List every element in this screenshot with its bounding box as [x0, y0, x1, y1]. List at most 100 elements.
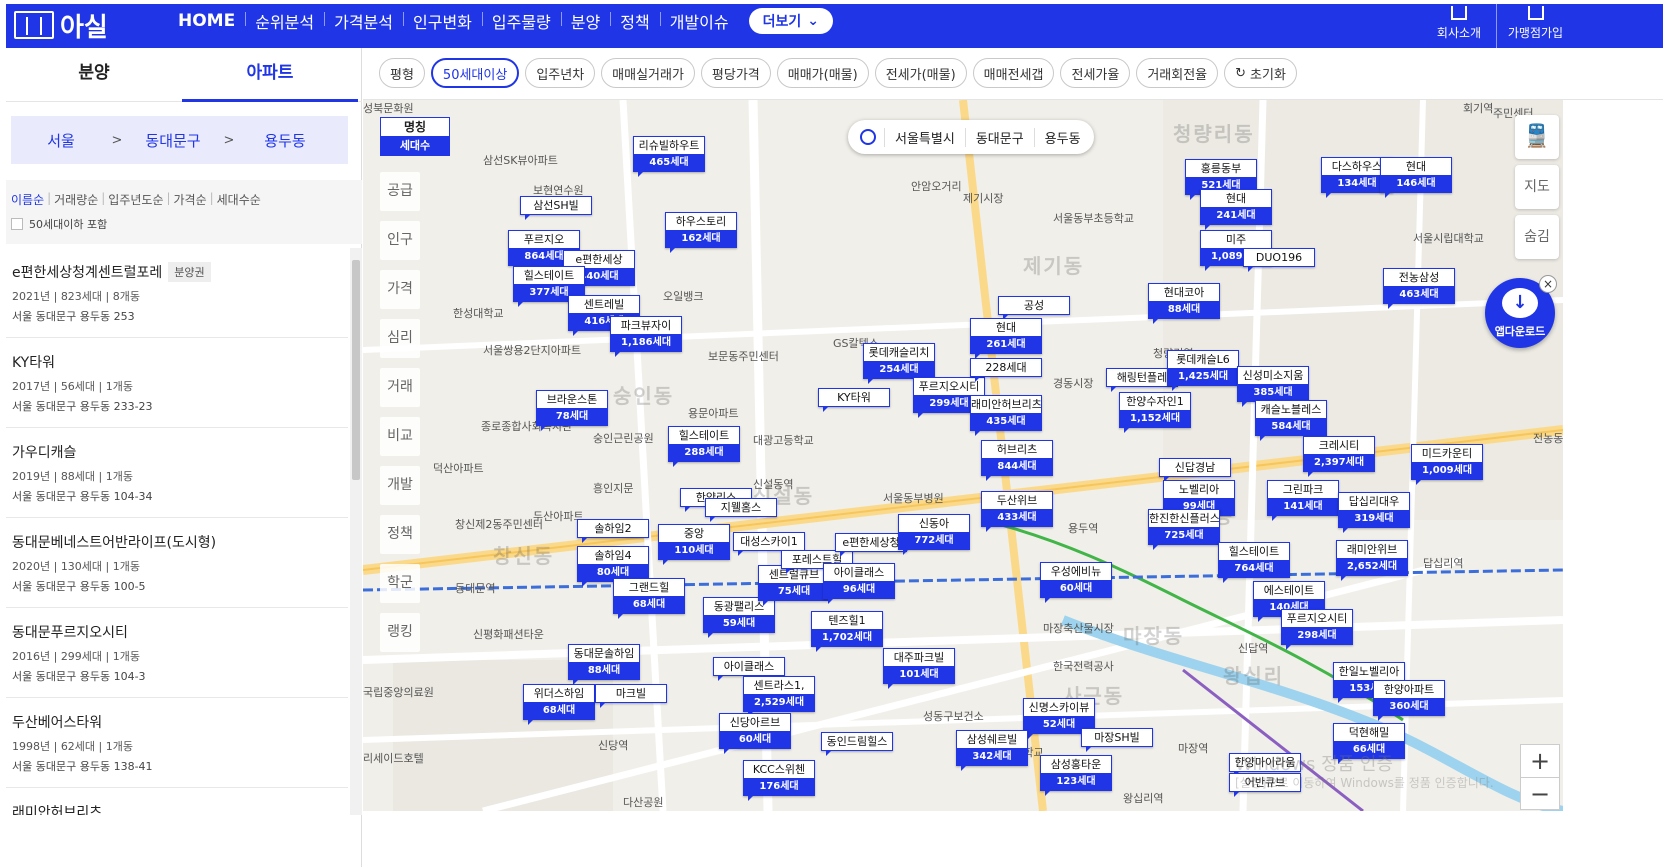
list-item[interactable]: 가우디캐슬 2019년 | 88세대 | 1개동 서울 동대문구 용두동 104-3… — [6, 428, 348, 518]
breadcrumb-district[interactable]: 동대문구 — [123, 130, 223, 151]
apartment-marker[interactable]: 솔하임2 — [577, 519, 649, 543]
breadcrumb-city[interactable]: 서울 — [11, 130, 111, 151]
include-small-checkbox[interactable]: 50세대이하 포함 — [11, 216, 107, 232]
apartment-marker[interactable]: 힐스테이트 764세대 — [1218, 542, 1290, 583]
apartment-marker[interactable]: 텐즈힐1 1,702세대 — [811, 611, 883, 652]
apartment-marker[interactable]: 동인드림힐스 — [821, 732, 893, 756]
apartment-marker[interactable]: 대주파크빌 101세대 — [883, 648, 955, 689]
apartment-marker[interactable]: 허브리츠 844세대 — [981, 440, 1053, 481]
layer-button[interactable]: 랭킹 — [380, 613, 420, 652]
apartment-marker[interactable]: 크레시티 2,397세대 — [1303, 436, 1375, 477]
nav-rank-analysis[interactable]: 순위분석 — [245, 9, 324, 33]
filter-chip[interactable]: 50세대이상 — [430, 58, 520, 88]
company-info-link[interactable]: 회사소개 — [1426, 4, 1492, 48]
apartment-marker[interactable]: 캐슬노블레스 584세대 — [1255, 400, 1327, 441]
tab-presale[interactable]: 분양 — [6, 48, 182, 102]
sort-by-name[interactable]: 이름순 — [11, 191, 49, 208]
apartment-marker[interactable]: 리슈빌하우트 465세대 — [633, 136, 705, 177]
nav-home[interactable]: HOME — [168, 11, 245, 31]
list-item[interactable]: KY타워 2017년 | 56세대 | 1개동 서울 동대문구 용두동 233-23 — [6, 338, 348, 428]
nav-development[interactable]: 개발이슈 — [659, 9, 739, 33]
list-item[interactable]: e편한세상청계센트럴포레 분양권 2021년 | 823세대 | 8개동 서울 동대문… — [6, 248, 348, 338]
location-district[interactable]: 동대문구 — [964, 127, 1034, 147]
apartment-marker[interactable]: 센트럴큐브 75세대 — [758, 565, 830, 606]
apartment-marker[interactable]: 현대 261세대 — [970, 318, 1042, 359]
apartment-marker[interactable]: 신당아르브 60세대 — [719, 713, 791, 754]
apartment-marker[interactable]: e편한세상청 — [835, 533, 907, 557]
apartment-marker[interactable]: KY타워 — [818, 388, 890, 412]
apartment-marker[interactable]: 래미안허브리츠 435세대 — [970, 395, 1042, 436]
filter-chip[interactable]: 매매실거래가 — [601, 58, 695, 88]
apartment-marker[interactable]: 두산위브 433세대 — [981, 491, 1053, 532]
apartment-marker[interactable]: 신성미소지움 385세대 — [1237, 366, 1309, 407]
layer-button[interactable]: 공급 — [380, 172, 420, 211]
sort-by-price[interactable]: 가격순 — [166, 191, 212, 208]
apartment-marker[interactable]: 마장SH빌 — [1081, 728, 1153, 752]
nav-presale[interactable]: 분양 — [560, 9, 610, 33]
apartment-marker[interactable]: 힐스테이트 288세대 — [668, 426, 740, 467]
apartment-marker[interactable]: 아이클래스 96세대 — [823, 563, 895, 604]
apartment-marker[interactable]: 삼성쉐르빌 342세대 — [956, 730, 1028, 771]
close-icon[interactable]: × — [1539, 275, 1557, 293]
hide-button[interactable]: 숨김 — [1515, 215, 1559, 259]
subway-icon[interactable]: 🚆 — [1515, 115, 1559, 159]
apartment-marker[interactable]: 한진한신플러스 725세대 — [1148, 509, 1220, 550]
apartment-marker[interactable]: 중앙 110세대 — [658, 524, 730, 565]
filter-chip[interactable]: 전세가율 — [1060, 58, 1131, 88]
apartment-marker[interactable]: 동대문솔하임 88세대 — [568, 644, 640, 685]
apartment-marker[interactable]: 현대 241세대 — [1200, 189, 1272, 230]
location-selector[interactable]: 서울특별시 동대문구 용두동 — [848, 120, 1094, 154]
apartment-marker[interactable]: 답십리대우 319세대 — [1338, 492, 1410, 533]
apartment-marker[interactable]: 위더스하임 68세대 — [523, 684, 595, 725]
apartment-marker[interactable]: 그랜드힐 68세대 — [613, 578, 685, 619]
sort-by-volume[interactable]: 거래량순 — [47, 191, 103, 208]
apartment-marker[interactable]: DUO196 — [1243, 248, 1315, 272]
map-canvas[interactable]: 성북문화원 삼선SK뷰아파트 보현연수원 오일뱅크 한성대학교 서울쌍용2단지아파트 종로종… — [363, 100, 1563, 811]
apartment-marker[interactable]: 미드카운티 1,009세대 — [1411, 444, 1483, 485]
layer-button[interactable]: 인구 — [380, 221, 420, 260]
apartment-marker[interactable]: 롯데캐슬L6 1,425세대 — [1167, 350, 1239, 391]
apartment-marker[interactable]: 전농삼성 463세대 — [1383, 268, 1455, 309]
apartment-marker[interactable]: 래미안위브 2,652세대 — [1336, 540, 1408, 581]
layer-button[interactable]: 학군 — [380, 564, 420, 603]
apartment-marker[interactable]: 그린파크 141세대 — [1267, 480, 1339, 521]
layer-button[interactable]: 개발 — [380, 466, 420, 505]
breadcrumb-dong[interactable]: 용두동 — [235, 130, 335, 151]
apartment-marker[interactable]: 하우스토리 162세대 — [665, 212, 737, 253]
list-item[interactable]: 동대문베네스트어반라이프(도시형) 2020년 | 130세대 | 1개동 서울 동… — [6, 518, 348, 608]
apartment-marker[interactable]: 푸르지오시티 298세대 — [1281, 609, 1353, 650]
scrollbar-thumb[interactable] — [352, 260, 360, 480]
apartment-marker[interactable]: 신답경남 — [1159, 458, 1231, 482]
reset-button[interactable]: ↻ 초기화 — [1224, 58, 1297, 88]
apartment-marker[interactable]: 아이클래스 — [713, 657, 785, 681]
location-dong[interactable]: 용두동 — [1033, 127, 1091, 147]
layer-button[interactable]: 심리 — [380, 319, 420, 358]
apartment-marker[interactable]: 솔하임4 80세대 — [577, 546, 649, 587]
filter-chip[interactable]: 매매가(매물) — [776, 58, 869, 88]
apartment-marker[interactable]: 삼선SH빌 — [520, 196, 592, 220]
list-item[interactable]: 래미안허브리츠 — [6, 788, 348, 815]
apartment-marker[interactable]: 한양수자인1 1,152세대 — [1119, 392, 1191, 433]
list-item[interactable]: 동대문푸르지오시티 2016년 | 299세대 | 1개동 서울 동대문구 용두동 … — [6, 608, 348, 698]
layer-button[interactable]: 비교 — [380, 417, 420, 456]
apartment-marker[interactable]: 센트라스1, 2,529세대 — [743, 676, 815, 717]
sort-by-year[interactable]: 입주년도순 — [101, 191, 168, 208]
crosshair-icon[interactable] — [860, 129, 876, 145]
sidebar-scrollbar[interactable] — [350, 248, 362, 815]
apartment-marker[interactable]: 파크뷰자이 1,186세대 — [610, 316, 682, 357]
apartment-marker[interactable]: KCC스위첸 176세대 — [743, 760, 815, 801]
apartment-marker[interactable]: 신동아 772세대 — [898, 514, 970, 555]
sort-by-units[interactable]: 세대수순 — [210, 191, 266, 208]
zoom-out-button[interactable]: − — [1521, 777, 1559, 809]
site-logo[interactable]: 아실 — [14, 8, 108, 43]
more-button[interactable]: 더보기 ⌄ — [748, 8, 833, 34]
map-type-button[interactable]: 지도 — [1515, 165, 1559, 209]
layer-button[interactable]: 가격 — [380, 270, 420, 309]
apartment-marker[interactable]: 지웰홈스 — [705, 498, 777, 522]
apartment-marker[interactable]: 롯데캐슬리치 254세대 — [863, 343, 935, 384]
nav-price-analysis[interactable]: 가격분석 — [324, 9, 403, 33]
apartment-marker[interactable]: 우성에비뉴 60세대 — [1040, 562, 1112, 603]
filter-chip[interactable]: 평형 — [379, 58, 425, 88]
apartment-marker[interactable]: 대성스카이1 — [733, 532, 805, 556]
apartment-marker[interactable]: 228세대 — [970, 358, 1042, 382]
